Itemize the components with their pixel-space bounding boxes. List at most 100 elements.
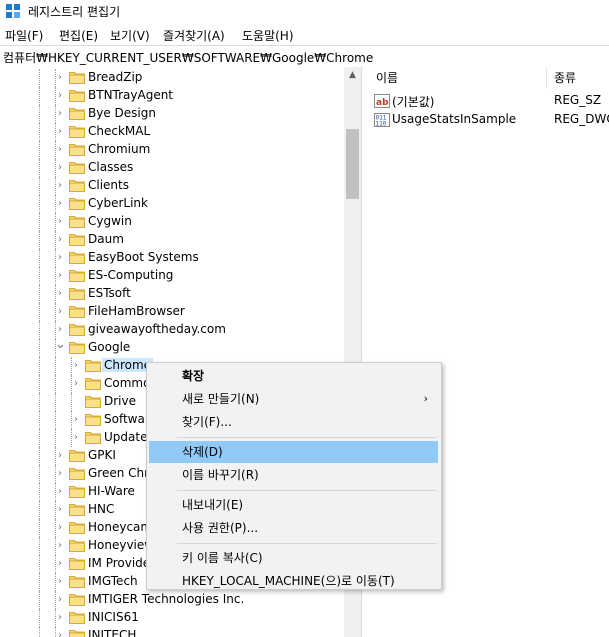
context-menu-item[interactable]: HKEY_LOCAL_MACHINE(으)로 이동(T) xyxy=(149,570,438,592)
tree-item-label[interactable]: BreadZip xyxy=(88,70,142,84)
context-menu-item[interactable]: 확장 xyxy=(149,365,438,387)
tree-item[interactable]: › Daum xyxy=(0,231,344,249)
menu-edit[interactable]: 편집(E) xyxy=(59,27,98,44)
chevron-right-icon[interactable]: › xyxy=(55,163,65,173)
tree-item-label[interactable]: CheckMAL xyxy=(88,124,150,138)
tree-item-label[interactable]: HNC xyxy=(88,502,114,516)
tree-item[interactable]: › CheckMAL xyxy=(0,123,344,141)
chevron-right-icon[interactable]: › xyxy=(55,559,65,569)
tree-item-label[interactable]: Classes xyxy=(88,160,133,174)
tree-item-label[interactable]: INICIS61 xyxy=(88,610,139,624)
tree-item[interactable]: › FileHamBrowser xyxy=(0,303,344,321)
tree-item-label[interactable]: EasyBoot Systems xyxy=(88,250,199,264)
tree-item[interactable]: › INICIS61 xyxy=(0,609,344,627)
chevron-right-icon[interactable]: › xyxy=(71,379,81,389)
tree-item[interactable]: › Clients xyxy=(0,177,344,195)
address-bar[interactable]: 컴퓨터₩HKEY_CURRENT_USER₩SOFTWARE₩Google₩Ch… xyxy=(0,45,609,68)
chevron-right-icon[interactable]: › xyxy=(55,73,65,83)
tree-item-label[interactable]: ES-Computing xyxy=(88,268,173,282)
chevron-right-icon[interactable]: › xyxy=(55,235,65,245)
chevron-right-icon[interactable]: › xyxy=(55,181,65,191)
menu-help[interactable]: 도움말(H) xyxy=(242,27,294,44)
column-divider[interactable] xyxy=(546,67,547,89)
context-menu-item[interactable]: 내보내기(E) xyxy=(149,494,438,516)
chevron-right-icon[interactable]: › xyxy=(55,325,65,335)
chevron-right-icon[interactable]: › xyxy=(55,199,65,209)
chevron-right-icon[interactable]: › xyxy=(55,631,65,637)
tree-item-label[interactable]: BTNTrayAgent xyxy=(88,88,173,102)
chevron-right-icon[interactable]: › xyxy=(55,217,65,227)
tree-item-label[interactable]: CyberLink xyxy=(88,196,148,210)
tree-item[interactable]: › giveawayoftheday.com xyxy=(0,321,344,339)
context-menu-item[interactable]: 이름 바꾸기(R) xyxy=(149,464,438,486)
chevron-right-icon[interactable]: › xyxy=(55,523,65,533)
tree-item-label[interactable]: INITECH xyxy=(88,628,136,637)
tree-item[interactable]: › ES-Computing xyxy=(0,267,344,285)
menu-favorites[interactable]: 즐겨찾기(A) xyxy=(163,27,225,44)
chevron-right-icon[interactable]: › xyxy=(55,469,65,479)
chevron-right-icon[interactable]: › xyxy=(55,127,65,137)
tree-item[interactable]: › BTNTrayAgent xyxy=(0,87,344,105)
context-menu-item[interactable]: 찾기(F)... xyxy=(149,411,438,433)
chevron-right-icon[interactable]: › xyxy=(71,433,81,443)
tree-item-label[interactable]: Honeycam xyxy=(88,520,152,534)
tree-item-label[interactable]: Drive xyxy=(104,394,136,408)
chevron-right-icon[interactable]: › xyxy=(71,361,81,371)
tree-item-label[interactable]: ESTsoft xyxy=(88,286,131,300)
chevron-right-icon[interactable]: › xyxy=(55,613,65,623)
context-menu-item[interactable]: 삭제(D) xyxy=(149,441,438,463)
chevron-right-icon[interactable]: › xyxy=(55,541,65,551)
chevron-right-icon[interactable]: › xyxy=(55,307,65,317)
tree-item-label[interactable]: Daum xyxy=(88,232,124,246)
tree-item[interactable]: › Chromium xyxy=(0,141,344,159)
context-menu-item[interactable]: 새로 만들기(N) › xyxy=(149,388,438,410)
tree-item-label[interactable]: Chromium xyxy=(88,142,150,156)
tree-item-label[interactable]: IMGTech xyxy=(88,574,138,588)
tree-item-label[interactable]: GPKI xyxy=(88,448,116,462)
chevron-right-icon[interactable]: › xyxy=(55,145,65,155)
tree-item-label[interactable]: FileHamBrowser xyxy=(88,304,185,318)
tree-item-label[interactable]: giveawayoftheday.com xyxy=(88,322,226,336)
context-menu-item[interactable]: 키 이름 복사(C) xyxy=(149,547,438,569)
tree-item-label[interactable]: Cygwin xyxy=(88,214,132,228)
chevron-right-icon[interactable]: › xyxy=(55,577,65,587)
menu-file[interactable]: 파일(F) xyxy=(5,27,43,44)
chevron-right-icon[interactable]: › xyxy=(55,289,65,299)
chevron-right-icon[interactable]: › xyxy=(55,109,65,119)
tree-item-label[interactable]: HI-Ware xyxy=(88,484,135,498)
scroll-up-icon[interactable]: ▲ xyxy=(344,67,361,84)
tree-item[interactable]: › EasyBoot Systems xyxy=(0,249,344,267)
column-header-name[interactable]: 이름 xyxy=(376,67,398,89)
chevron-down-icon[interactable]: ⌄ xyxy=(55,338,66,351)
tree-item-label[interactable]: Honeyview xyxy=(88,538,154,552)
tree-item[interactable]: › Classes xyxy=(0,159,344,177)
menu-view[interactable]: 보기(V) xyxy=(110,27,150,44)
chevron-right-icon[interactable]: › xyxy=(55,271,65,281)
column-header-type[interactable]: 종류 xyxy=(554,67,576,89)
tree-item-label[interactable]: Google xyxy=(88,340,130,354)
tree-item-label[interactable]: Update xyxy=(104,430,147,444)
chevron-right-icon[interactable]: › xyxy=(55,595,65,605)
chevron-right-icon[interactable]: › xyxy=(55,487,65,497)
tree-item[interactable]: › ESTsoft xyxy=(0,285,344,303)
context-menu-item[interactable]: 사용 권한(P)... xyxy=(149,517,438,539)
tree-item[interactable]: › Bye Design xyxy=(0,105,344,123)
address-path[interactable]: 컴퓨터₩HKEY_CURRENT_USER₩SOFTWARE₩Google₩Ch… xyxy=(3,49,373,66)
tree-item[interactable]: › IMTIGER Technologies Inc. xyxy=(0,591,344,609)
tree-item[interactable]: › INITECH xyxy=(0,627,344,637)
chevron-right-icon[interactable]: › xyxy=(55,451,65,461)
tree-item[interactable]: › BreadZip xyxy=(0,69,344,87)
tree-item-label[interactable]: IMTIGER Technologies Inc. xyxy=(88,592,244,606)
chevron-right-icon[interactable]: › xyxy=(55,505,65,515)
chevron-right-icon[interactable]: › xyxy=(55,253,65,263)
value-row[interactable]: ab (기본값) REG_SZ xyxy=(368,92,609,110)
chevron-right-icon[interactable]: › xyxy=(55,91,65,101)
tree-item[interactable]: › Cygwin xyxy=(0,213,344,231)
scroll-thumb[interactable] xyxy=(346,129,359,199)
tree-item-label[interactable]: Bye Design xyxy=(88,106,156,120)
tree-item-label[interactable]: Clients xyxy=(88,178,129,192)
tree-item[interactable]: ⌄ Google xyxy=(0,338,344,357)
chevron-right-icon[interactable]: › xyxy=(71,415,81,425)
tree-item[interactable]: › CyberLink xyxy=(0,195,344,213)
value-row[interactable]: 011 110 UsageStatsInSample REG_DWO xyxy=(368,111,609,129)
